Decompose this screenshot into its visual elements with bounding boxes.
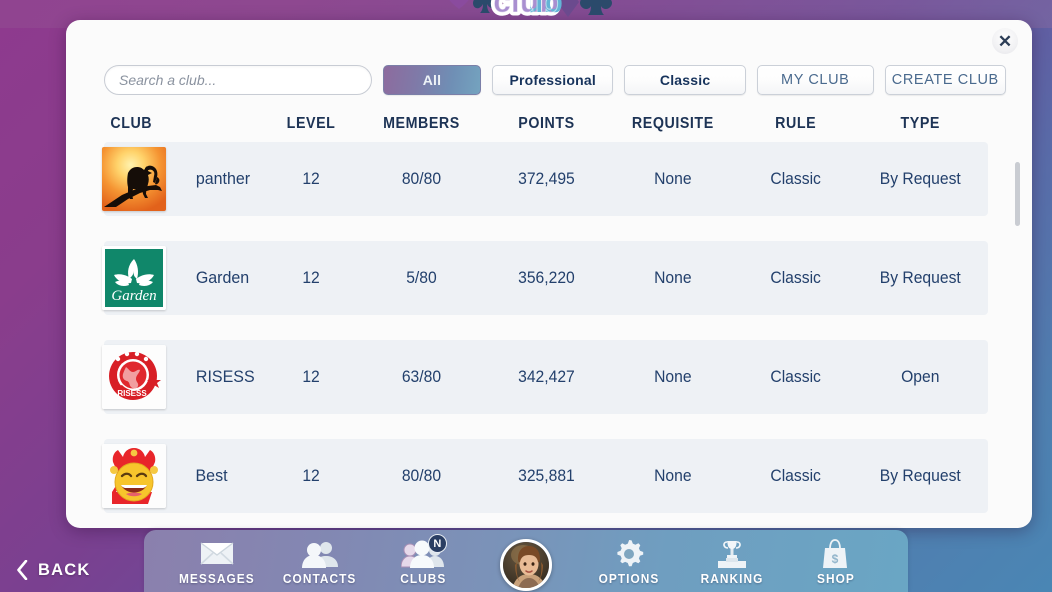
nav-item-clubs[interactable]: N CLUBS xyxy=(374,534,471,586)
panther-sunset-logo xyxy=(102,147,166,211)
filter-professional-label: Professional xyxy=(509,72,596,88)
search-input-wrapper[interactable] xyxy=(104,65,372,95)
club-name: Best xyxy=(195,466,228,485)
club-rule: Classic xyxy=(770,169,822,188)
filter-classic-button[interactable]: Classic xyxy=(624,65,746,95)
create-club-label: CREATE CLUB xyxy=(891,72,999,88)
column-header-level: LEVEL xyxy=(286,115,335,132)
club-name: RISESS xyxy=(195,367,255,386)
avatar-wrapper xyxy=(477,535,574,592)
club-level: 12 xyxy=(301,466,320,485)
shopping-bag-icon: $ xyxy=(821,538,849,569)
club-points: 342,427 xyxy=(517,367,575,386)
club-type: By Request xyxy=(880,268,962,287)
nav-label-options: OPTIONS xyxy=(598,572,660,586)
filter-professional-button[interactable]: Professional xyxy=(492,65,614,95)
nav-item-contacts[interactable]: CONTACTS xyxy=(271,535,368,586)
joker-emoji-logo xyxy=(102,444,166,508)
nav-label-shop: SHOP xyxy=(816,572,855,586)
club-type: By Request xyxy=(880,466,962,485)
club-requisite: None xyxy=(654,268,693,287)
club-name: Garden xyxy=(195,268,250,287)
filter-all-label: All xyxy=(422,72,442,88)
club-type: Open xyxy=(901,367,940,386)
nav-label-messages: MESSAGES xyxy=(178,572,255,586)
club-logo-banner: club club club club xyxy=(431,0,621,24)
column-header-points: POINTS xyxy=(517,115,575,132)
back-label: BACK xyxy=(38,560,91,579)
table-row[interactable]: Best 12 80/80 325,881 None Classic By Re… xyxy=(102,439,988,513)
club-cell: panther xyxy=(102,147,263,211)
nav-item-options[interactable]: OPTIONS xyxy=(581,535,678,586)
club-cell: Garden Garden xyxy=(102,246,263,310)
club-members: 5/80 xyxy=(405,268,437,287)
club-rule: Classic xyxy=(770,268,822,287)
my-club-label: MY CLUB xyxy=(781,72,850,88)
filter-toolbar: All Professional Classic MY CLUB CREATE … xyxy=(66,58,1032,102)
table-header-row: CLUB LEVEL MEMBERS POINTS REQUISITE RULE… xyxy=(66,108,1032,140)
nav-item-ranking[interactable]: RANKING xyxy=(684,535,781,586)
risess-red-globe-logo: RISESS xyxy=(102,345,166,409)
svg-text:$: $ xyxy=(832,552,839,566)
club-requisite: None xyxy=(654,466,693,485)
club-rule: Classic xyxy=(770,466,822,485)
my-club-button[interactable]: MY CLUB xyxy=(756,65,874,95)
club-type: By Request xyxy=(880,169,962,188)
club-name: panther xyxy=(195,169,251,188)
club-level: 12 xyxy=(301,169,320,188)
club-points: 356,220 xyxy=(517,268,575,287)
column-header-members: MEMBERS xyxy=(382,115,460,132)
club-points: 372,495 xyxy=(517,169,575,188)
column-header-type: TYPE xyxy=(900,115,941,132)
nav-label-contacts: CONTACTS xyxy=(282,572,357,586)
bottom-navigation-bar: MESSAGES CONTACTS N CLUBS OPTIONS RANKIN… xyxy=(144,530,908,592)
club-level: 12 xyxy=(301,367,320,386)
club-rule: Classic xyxy=(770,367,822,386)
envelope-icon xyxy=(199,538,234,569)
club-members: 80/80 xyxy=(401,466,441,485)
two-people-icon xyxy=(301,538,339,569)
club-cell: Best xyxy=(102,444,263,508)
search-input[interactable] xyxy=(119,72,357,88)
column-header-club: CLUB xyxy=(110,115,153,132)
trophy-podium-icon xyxy=(716,538,748,569)
table-row[interactable]: Garden Garden 12 5/80 356,220 None Class… xyxy=(102,241,988,315)
club-cell: RISESS RISESS xyxy=(102,345,263,409)
nav-label-ranking: RANKING xyxy=(700,572,764,586)
column-header-rule: RULE xyxy=(775,115,817,132)
scrollbar-thumb[interactable] xyxy=(1015,162,1020,226)
svg-text:club: club xyxy=(493,0,559,19)
create-club-button[interactable]: CREATE CLUB xyxy=(884,65,1007,95)
club-logo-icon: club club club club xyxy=(449,0,612,23)
avatar[interactable] xyxy=(499,538,552,591)
club-requisite: None xyxy=(654,367,693,386)
nav-item-messages[interactable]: MESSAGES xyxy=(168,535,265,586)
club-list-panel: ✕ All Professional Classic MY CLUB CREAT… xyxy=(66,20,1032,528)
gear-icon xyxy=(614,538,644,569)
back-button[interactable]: BACK xyxy=(16,560,90,580)
svg-text:Garden: Garden xyxy=(111,288,156,304)
filter-classic-label: Classic xyxy=(659,72,711,88)
nav-label-clubs: CLUBS xyxy=(399,572,446,586)
garden-green-lotus-logo: Garden xyxy=(102,246,166,310)
column-header-requisite: REQUISITE xyxy=(632,115,715,132)
table-row[interactable]: RISESS RISESS 12 63/80 342,427 None Clas… xyxy=(102,340,988,414)
club-list: panther 12 80/80 372,495 None Classic By… xyxy=(66,142,1032,528)
nav-item-shop[interactable]: $ SHOP xyxy=(787,535,884,586)
svg-text:RISESS: RISESS xyxy=(117,389,147,398)
filter-all-button[interactable]: All xyxy=(382,65,481,95)
table-row[interactable]: panther 12 80/80 372,495 None Classic By… xyxy=(102,142,988,216)
club-members: 63/80 xyxy=(401,367,441,386)
three-people-icon: N xyxy=(400,534,447,569)
clubs-notification-badge: N xyxy=(427,534,447,553)
club-level: 12 xyxy=(301,268,320,287)
club-points: 325,881 xyxy=(517,466,575,485)
club-members: 80/80 xyxy=(401,169,441,188)
close-icon[interactable]: ✕ xyxy=(992,28,1018,54)
chevron-left-icon xyxy=(17,560,28,580)
club-requisite: None xyxy=(654,169,693,188)
